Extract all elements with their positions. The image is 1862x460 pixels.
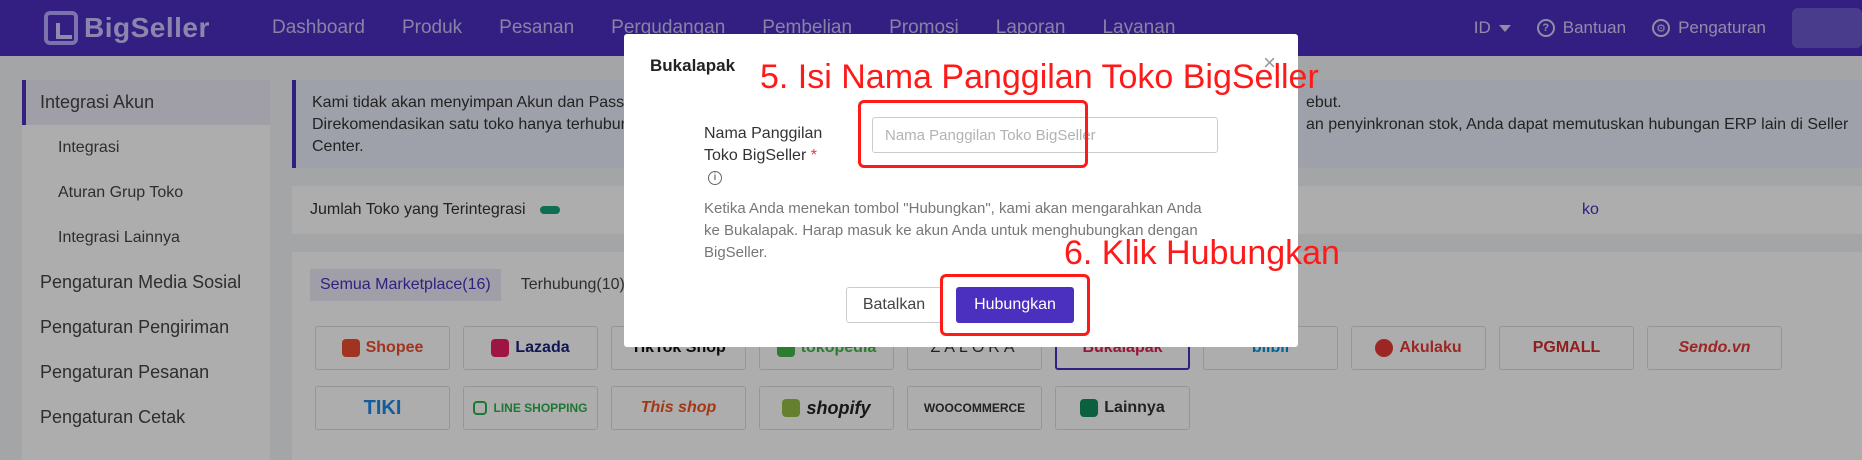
annotation-step-5: 5. Isi Nama Panggilan Toko BigSeller [760, 58, 1319, 96]
cancel-button[interactable]: Batalkan [846, 287, 942, 323]
store-nickname-label: Nama Panggilan Toko BigSeller * i [704, 123, 824, 189]
store-nickname-label-line-2: Toko BigSeller [704, 147, 807, 164]
info-icon[interactable]: i [708, 170, 722, 185]
annotation-step-6: 6. Klik Hubungkan [1064, 234, 1340, 272]
store-nickname-label-line-1: Nama Panggilan [704, 125, 823, 142]
required-mark: * [810, 147, 817, 164]
modal-title: Bukalapak [650, 56, 736, 75]
annotation-box-input [858, 100, 1088, 168]
annotation-box-button [940, 274, 1090, 336]
